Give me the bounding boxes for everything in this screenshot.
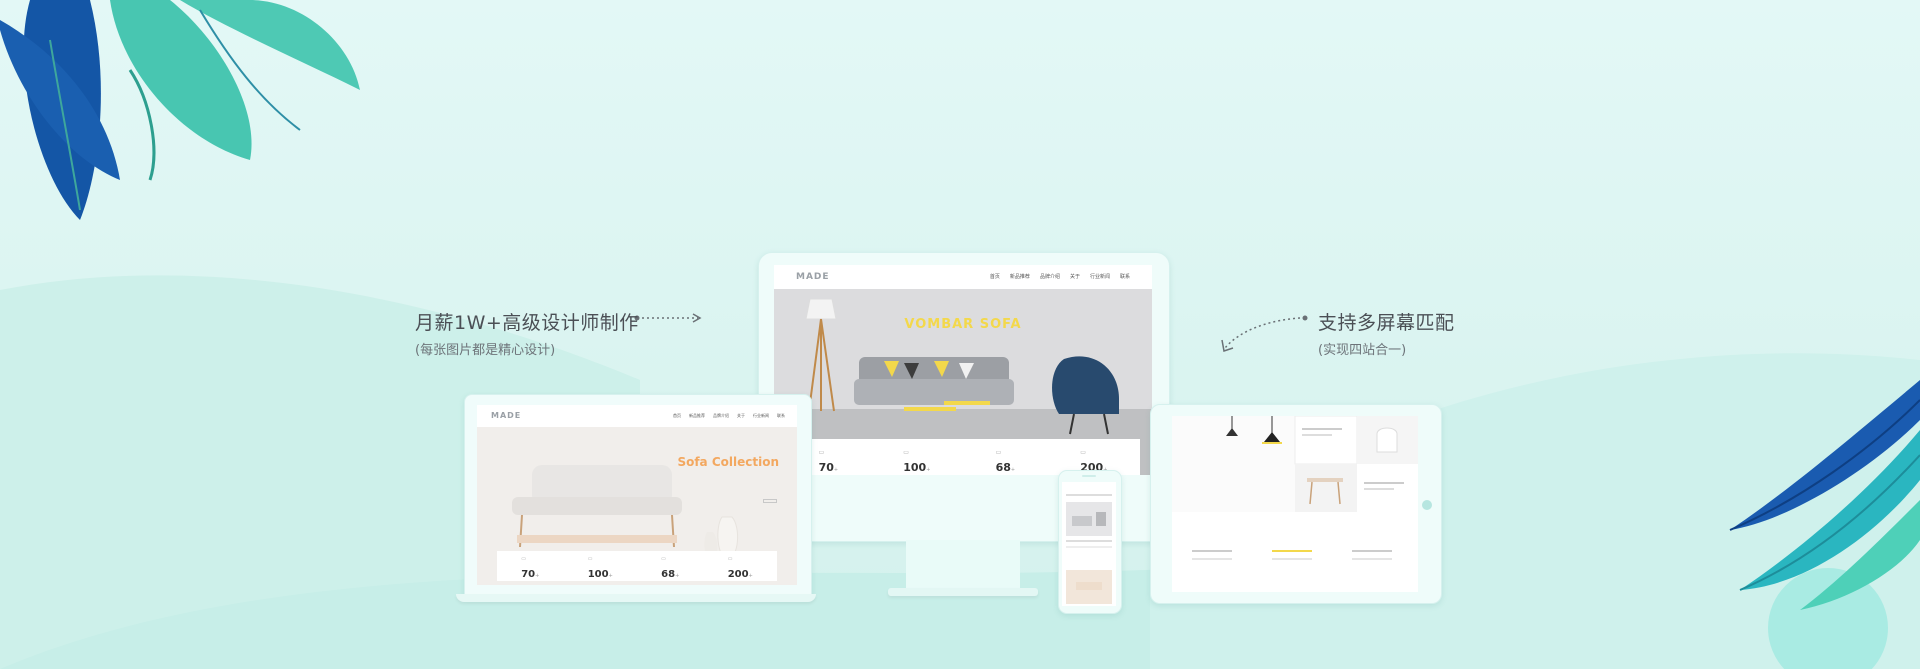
laptop-nav-about[interactable]: 关于 bbox=[737, 413, 745, 419]
desktop-nav-news[interactable]: 行业新闻 bbox=[1090, 273, 1110, 280]
tablet-screen-illustration bbox=[1172, 416, 1418, 592]
desktop-nav-brand[interactable]: 品牌介绍 bbox=[1040, 273, 1060, 280]
laptop-stat-4: ▭ 200+ bbox=[728, 556, 753, 581]
desktop-nav-home[interactable]: 首页 bbox=[990, 273, 1000, 280]
laptop-screen: MADE 首页 新品推荐 品牌介绍 关于 行业新闻 联系 Sofa Collec… bbox=[477, 405, 797, 585]
laptop-logo: MADE bbox=[491, 411, 522, 420]
laptop-stats-bar: ▭ 70+ ▭ 100+ ▭ 68+ ▭ 200+ bbox=[497, 551, 777, 581]
laptop-stat-2-value: 100 bbox=[587, 569, 609, 580]
desktop-stat-4-icon: ▭ bbox=[1080, 449, 1086, 456]
callout-multiscreen-title: 支持多屏幕匹配 bbox=[1318, 312, 1455, 334]
desktop-stat-1: ▭ 70+ bbox=[819, 449, 839, 475]
laptop-base bbox=[456, 594, 816, 602]
desktop-nav-about[interactable]: 关于 bbox=[1070, 273, 1080, 280]
phone-speaker bbox=[1082, 475, 1096, 477]
phone-screen bbox=[1062, 482, 1116, 606]
desktop-stat-1-unit: + bbox=[833, 467, 839, 473]
desktop-stat-3-unit: + bbox=[1010, 467, 1016, 473]
laptop-stat-3-unit: + bbox=[675, 573, 680, 579]
desktop-stat-2-icon: ▭ bbox=[903, 449, 909, 456]
laptop-nav-new[interactable]: 新品推荐 bbox=[689, 413, 705, 419]
laptop-stat-4-unit: + bbox=[748, 573, 753, 579]
laptop-nav: MADE 首页 新品推荐 品牌介绍 关于 行业新闻 联系 bbox=[477, 405, 797, 428]
laptop-stat-4-value: 200 bbox=[727, 569, 749, 580]
desktop-stat-3-icon: ▭ bbox=[995, 449, 1002, 456]
desktop-hero-title: VOMBAR SOFA bbox=[904, 317, 1022, 332]
desktop-stat-3: ▭ 68+ bbox=[996, 449, 1016, 475]
laptop-nav-home[interactable]: 首页 bbox=[673, 413, 681, 419]
desktop-stat-1-icon: ▭ bbox=[818, 449, 825, 456]
laptop-nav-news[interactable]: 行业新闻 bbox=[753, 413, 769, 419]
laptop-nav-brand[interactable]: 品牌介绍 bbox=[713, 413, 729, 419]
callout-designer-subtitle: (每张图片都是精心设计) bbox=[415, 343, 556, 358]
laptop-stat-3-value: 68 bbox=[661, 569, 676, 580]
callout-multiscreen-subtitle: (实现四站合一) bbox=[1318, 343, 1407, 358]
laptop-hero-button[interactable] bbox=[763, 499, 777, 503]
desktop-stand-neck bbox=[906, 540, 1020, 592]
callout-designer: 月薪1W+高级设计师制作 (每张图片都是精心设计) bbox=[415, 308, 639, 358]
desktop-stat-3-value: 68 bbox=[995, 461, 1011, 474]
laptop-stat-2: ▭ 100+ bbox=[588, 556, 613, 581]
desktop-logo: MADE bbox=[796, 272, 830, 282]
laptop-stat-1-unit: + bbox=[535, 573, 540, 579]
desktop-stat-2-unit: + bbox=[926, 467, 931, 473]
laptop-hero-title: Sofa Collection bbox=[677, 455, 779, 469]
laptop-stat-1-value: 70 bbox=[521, 569, 536, 580]
desktop-nav-contact[interactable]: 联系 bbox=[1120, 273, 1130, 280]
phone-screen-illustration bbox=[1066, 494, 1112, 604]
laptop-nav-contact[interactable]: 联系 bbox=[777, 413, 785, 419]
desktop-nav-new[interactable]: 新品推荐 bbox=[1010, 273, 1030, 280]
laptop-stat-2-unit: + bbox=[608, 573, 613, 579]
laptop-stat-1: ▭ 70+ bbox=[521, 556, 539, 581]
desktop-screen: MADE 首页 新品推荐 品牌介绍 关于 行业新闻 联系 VOMBAR SOFA… bbox=[774, 265, 1152, 475]
desktop-stat-2: ▭ 100+ bbox=[903, 449, 930, 475]
callout-multiscreen: 支持多屏幕匹配 (实现四站合一) bbox=[1318, 308, 1455, 358]
desktop-stat-1-value: 70 bbox=[818, 461, 834, 474]
callout-designer-title: 月薪1W+高级设计师制作 bbox=[415, 312, 639, 334]
desktop-stand-base bbox=[888, 588, 1038, 596]
tablet-screen bbox=[1172, 416, 1418, 592]
desktop-stat-2-value: 100 bbox=[903, 461, 927, 474]
desktop-nav: MADE 首页 新品推荐 品牌介绍 关于 行业新闻 联系 bbox=[774, 265, 1152, 290]
laptop-stat-3: ▭ 68+ bbox=[661, 556, 679, 581]
desktop-nav-items: 首页 新品推荐 品牌介绍 关于 行业新闻 联系 bbox=[990, 273, 1130, 280]
tablet-home-button[interactable] bbox=[1422, 500, 1432, 510]
laptop-nav-items: 首页 新品推荐 品牌介绍 关于 行业新闻 联系 bbox=[673, 413, 785, 419]
